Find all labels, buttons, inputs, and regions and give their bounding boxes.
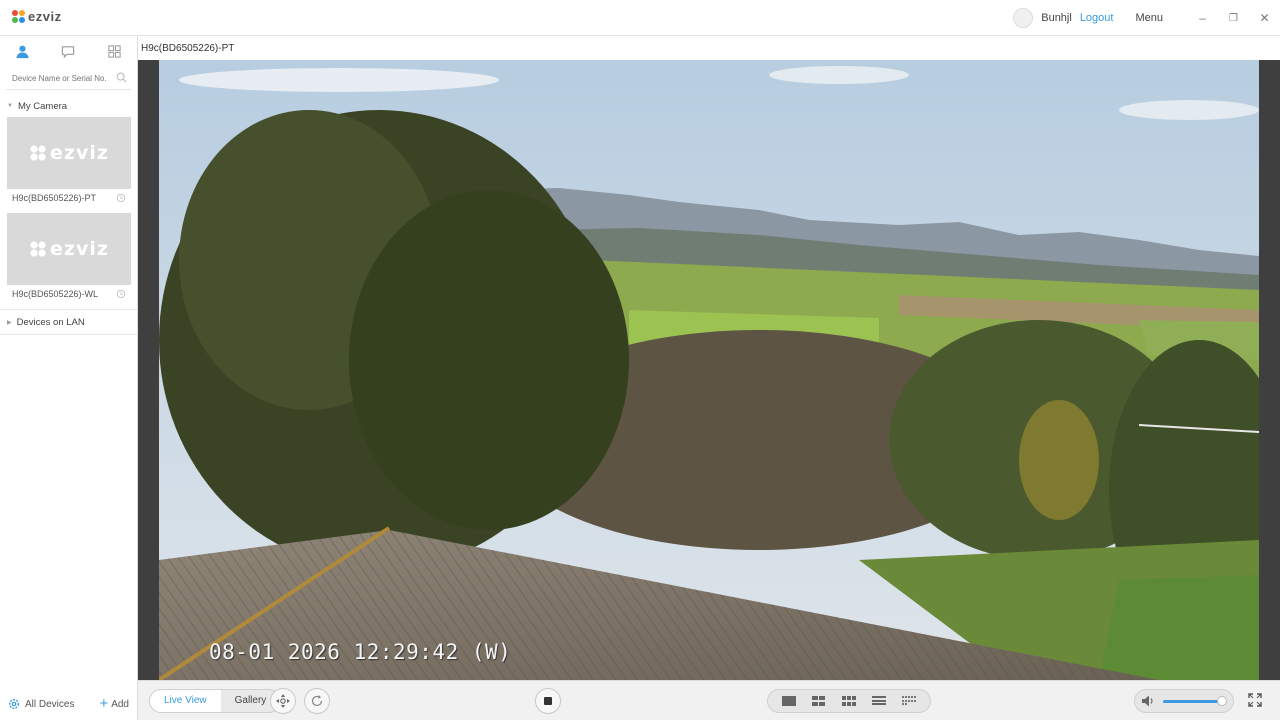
all-devices-button[interactable]: All Devices: [8, 698, 74, 710]
volume-knob[interactable]: [1216, 695, 1227, 706]
logout-link[interactable]: Logout: [1080, 12, 1114, 24]
group-my-camera[interactable]: ▼ My Camera: [0, 96, 137, 116]
title-bar: ezviz Bunhjl Logout Menu – ❐ ✕: [0, 0, 1280, 36]
chat-icon: [62, 45, 75, 58]
divider: [0, 309, 137, 310]
ezviz-logo-icon: [12, 9, 26, 24]
plus-icon: +: [99, 695, 109, 712]
app-logo: ezviz: [12, 9, 62, 24]
close-button[interactable]: ✕: [1249, 11, 1280, 25]
gear-icon: [8, 698, 20, 710]
divider: [0, 334, 137, 335]
layout-6-icon[interactable]: [842, 696, 856, 706]
all-devices-label: All Devices: [25, 698, 75, 710]
player-toolbar: Live View Gallery: [138, 680, 1280, 720]
grid-icon: [108, 44, 121, 58]
layout-selector: [767, 689, 931, 713]
ptz-button[interactable]: [270, 688, 296, 714]
live-view-panel[interactable]: 08-01 2026 12:29:42 (W): [138, 60, 1280, 680]
sidebar: ▼ My Camera ezviz H9c(BD6505226)-PT: [0, 36, 138, 720]
minimize-button[interactable]: –: [1187, 11, 1218, 25]
app-logo-text: ezviz: [28, 9, 62, 24]
group-devices-on-lan-label: Devices on LAN: [16, 316, 85, 328]
layout-1-icon[interactable]: [782, 696, 796, 706]
timestamp-overlay: 08-01 2026 12:29:42 (W): [209, 640, 512, 664]
playback-icon[interactable]: [116, 289, 126, 299]
add-device-button[interactable]: + Add: [99, 695, 129, 712]
playback-icon[interactable]: [116, 193, 126, 203]
volume-control: [1134, 689, 1234, 713]
volume-fill: [1163, 699, 1222, 703]
search-input[interactable]: [6, 68, 131, 88]
layout-8-icon[interactable]: [872, 696, 886, 706]
search-box: [6, 68, 131, 90]
ezviz-logo-icon: [30, 145, 46, 161]
group-devices-on-lan[interactable]: ▶ Devices on LAN: [0, 312, 137, 332]
volume-slider[interactable]: [1163, 695, 1227, 706]
avatar[interactable]: [1013, 8, 1034, 28]
tab-more[interactable]: [105, 42, 123, 60]
add-label: Add: [111, 698, 129, 710]
view-mode-switch: Live View Gallery: [149, 689, 282, 713]
ezviz-logo-icon: [30, 241, 46, 257]
channel-header: H9c(BD6505226)-PT: [138, 36, 1280, 60]
tab-messages[interactable]: [59, 42, 77, 60]
restore-button[interactable]: ❐: [1218, 13, 1249, 24]
sidebar-footer: All Devices + Add: [0, 688, 137, 720]
camera-item[interactable]: ezviz H9c(BD6505226)-PT: [7, 117, 131, 207]
video-stream[interactable]: 08-01 2026 12:29:42 (W): [159, 60, 1259, 680]
tab-devices[interactable]: [14, 42, 32, 60]
camera-name: H9c(BD6505226)-PT: [12, 193, 97, 203]
thumbnail-logo-text: ezviz: [50, 238, 109, 260]
fullscreen-icon[interactable]: [1247, 692, 1263, 708]
thumbnail-logo-text: ezviz: [50, 142, 109, 164]
camera-item[interactable]: ezviz H9c(BD6505226)-WL: [7, 213, 131, 303]
speaker-icon[interactable]: [1141, 694, 1155, 708]
live-view-tab[interactable]: Live View: [150, 690, 221, 712]
person-icon: [16, 45, 29, 58]
camera-name: H9c(BD6505226)-WL: [12, 289, 99, 299]
channel-title: H9c(BD6505226)-PT: [141, 42, 235, 54]
expanded-arrow-icon: ▼: [7, 103, 13, 109]
ptz-direction-icon: [276, 694, 290, 708]
layout-4-icon[interactable]: [812, 696, 826, 706]
menu-button[interactable]: Menu: [1135, 12, 1163, 24]
refresh-icon: [311, 695, 323, 707]
camera-thumbnail: ezviz: [7, 213, 131, 285]
user-name: Bunhjl: [1041, 12, 1072, 24]
group-my-camera-label: My Camera: [17, 100, 68, 112]
stop-button[interactable]: [535, 688, 561, 714]
layout-16-icon[interactable]: [902, 696, 916, 706]
refresh-button[interactable]: [304, 688, 330, 714]
camera-scene: [159, 60, 1259, 680]
collapsed-arrow-icon: ▶: [7, 319, 12, 326]
camera-thumbnail: ezviz: [7, 117, 131, 189]
search-icon[interactable]: [116, 72, 127, 83]
stop-icon: [544, 697, 552, 705]
